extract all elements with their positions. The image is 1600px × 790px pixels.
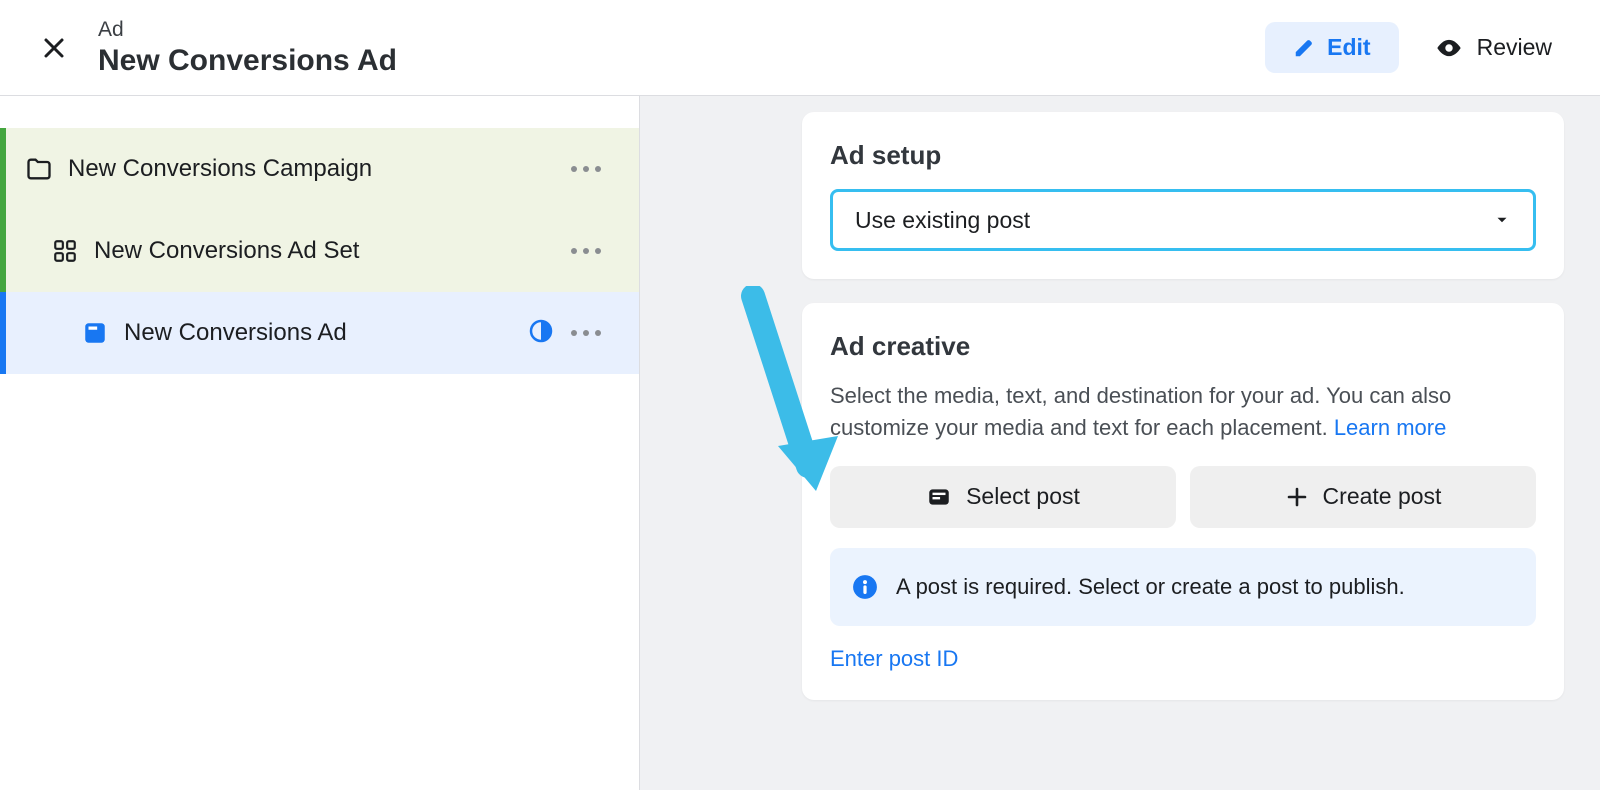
review-button[interactable]: Review bbox=[1427, 24, 1560, 72]
info-text: A post is required. Select or create a p… bbox=[896, 574, 1405, 600]
ad-setup-select-value: Use existing post bbox=[855, 207, 1030, 234]
close-icon bbox=[42, 36, 66, 60]
learn-more-link[interactable]: Learn more bbox=[1334, 415, 1447, 440]
edit-label: Edit bbox=[1327, 34, 1370, 61]
more-menu-campaign[interactable] bbox=[565, 160, 607, 178]
create-post-button[interactable]: Create post bbox=[1190, 466, 1536, 528]
ad-creative-card: Ad creative Select the media, text, and … bbox=[802, 303, 1564, 700]
create-post-label: Create post bbox=[1323, 483, 1442, 510]
tree-item-adset[interactable]: New Conversions Ad Set bbox=[0, 210, 639, 292]
close-button[interactable] bbox=[36, 30, 72, 66]
left-tree-pane: New Conversions Campaign New Conversions… bbox=[0, 96, 640, 790]
tree-item-ad-label: New Conversions Ad bbox=[124, 319, 347, 347]
ad-icon bbox=[80, 318, 110, 348]
select-post-label: Select post bbox=[966, 483, 1080, 510]
more-menu-ad[interactable] bbox=[565, 324, 607, 342]
tree-item-campaign[interactable]: New Conversions Campaign bbox=[0, 128, 639, 210]
ad-creative-description: Select the media, text, and destination … bbox=[830, 380, 1536, 444]
page-title: New Conversions Ad bbox=[98, 44, 397, 78]
tree-item-ad[interactable]: New Conversions Ad bbox=[0, 292, 639, 374]
pencil-icon bbox=[1293, 37, 1315, 59]
post-required-info: A post is required. Select or create a p… bbox=[830, 548, 1536, 626]
right-pane: Ad setup Use existing post Ad creative S… bbox=[640, 96, 1600, 790]
ad-setup-card: Ad setup Use existing post bbox=[802, 112, 1564, 279]
enter-post-id-link[interactable]: Enter post ID bbox=[830, 646, 958, 672]
select-post-button[interactable]: Select post bbox=[830, 466, 1176, 528]
post-icon bbox=[926, 484, 952, 510]
tree-item-campaign-label: New Conversions Campaign bbox=[68, 155, 372, 183]
folder-icon bbox=[24, 154, 54, 184]
review-label: Review bbox=[1477, 34, 1552, 61]
plus-icon bbox=[1285, 485, 1309, 509]
caret-down-icon bbox=[1493, 211, 1511, 229]
tree-item-adset-label: New Conversions Ad Set bbox=[94, 237, 359, 265]
ad-setup-select[interactable]: Use existing post bbox=[830, 189, 1536, 251]
info-icon bbox=[852, 574, 878, 600]
status-badge bbox=[529, 319, 553, 348]
more-menu-adset[interactable] bbox=[565, 242, 607, 260]
ad-creative-title: Ad creative bbox=[830, 331, 1536, 362]
header-eyebrow: Ad bbox=[98, 18, 397, 42]
header-bar: Ad New Conversions Ad Edit Review bbox=[0, 0, 1600, 96]
eye-icon bbox=[1435, 34, 1463, 62]
grid-icon bbox=[50, 236, 80, 266]
edit-button[interactable]: Edit bbox=[1265, 22, 1398, 73]
header-actions: Edit Review bbox=[1265, 22, 1560, 73]
title-block: Ad New Conversions Ad bbox=[98, 18, 397, 78]
ad-setup-title: Ad setup bbox=[830, 140, 1536, 171]
half-circle-icon bbox=[529, 319, 553, 343]
